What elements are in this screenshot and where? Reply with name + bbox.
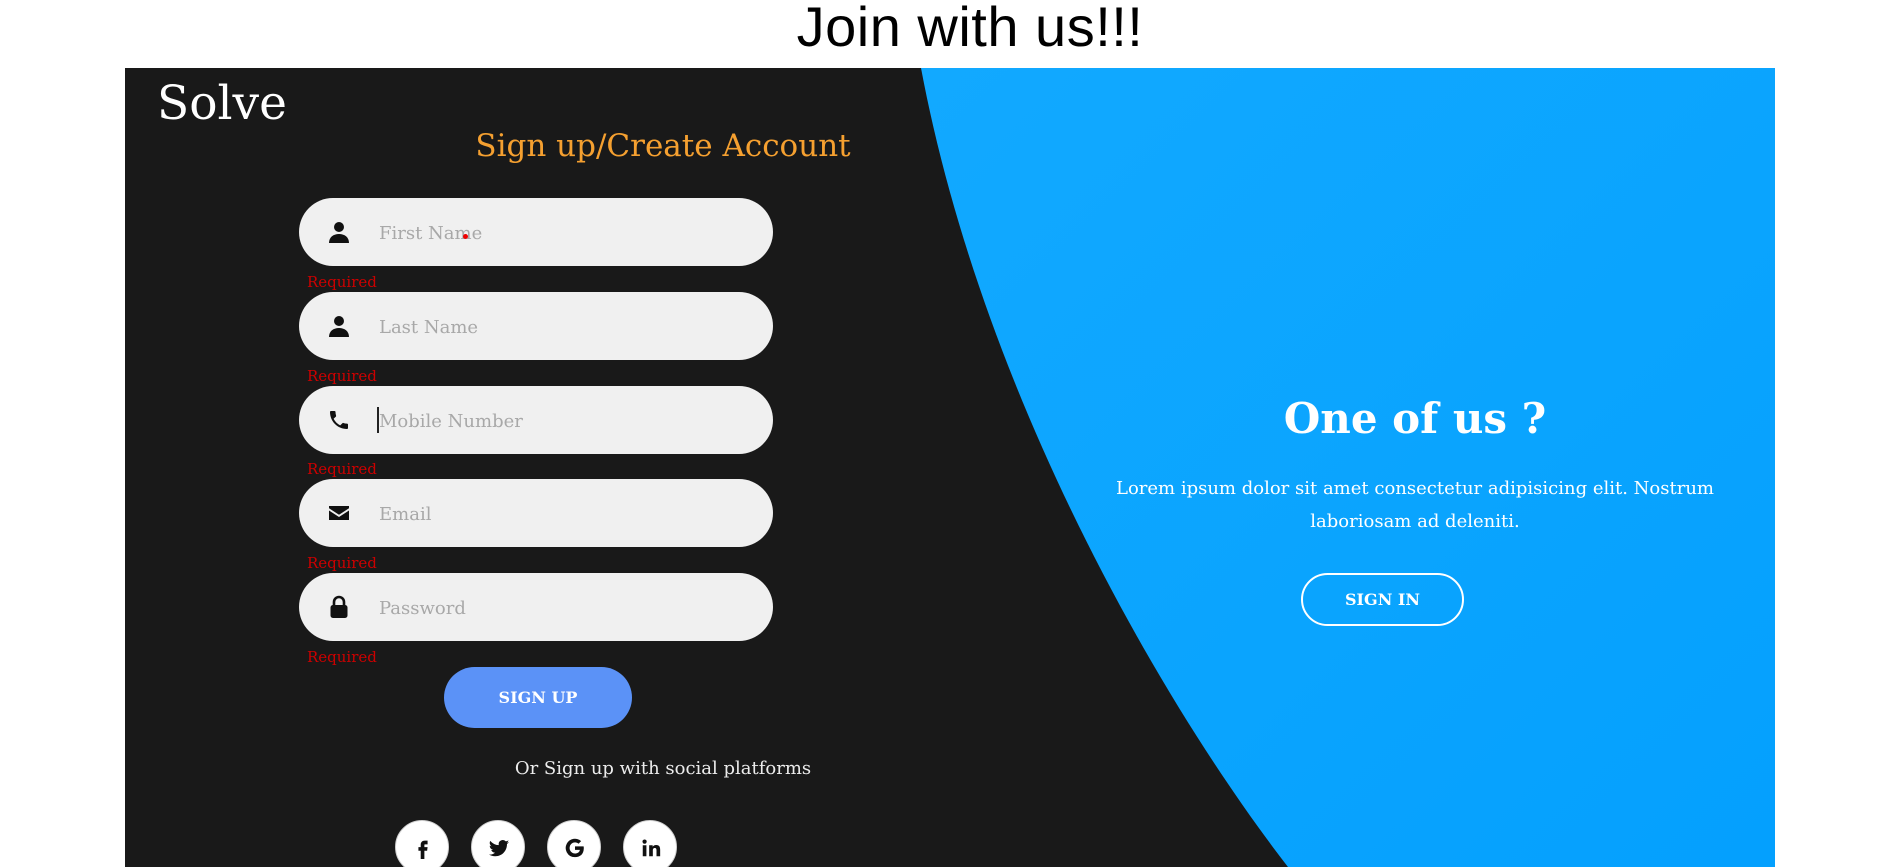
twitter-icon [488, 840, 510, 857]
mobile-number-error: Required [307, 460, 377, 478]
sign-up-button[interactable]: SIGN UP [444, 667, 632, 728]
email-input[interactable] [377, 493, 741, 535]
password-input[interactable] [377, 587, 741, 629]
social-signup-text: Or Sign up with social platforms [514, 758, 812, 779]
page-title: Join with us!!! [796, 0, 1144, 58]
email-error: Required [307, 554, 377, 572]
user-icon [327, 314, 351, 338]
google-button[interactable] [547, 820, 601, 867]
facebook-button[interactable] [395, 820, 449, 867]
user-icon [327, 220, 351, 244]
first-name-input[interactable] [377, 212, 741, 254]
linkedin-icon [642, 839, 661, 857]
mobile-number-field[interactable] [299, 386, 773, 454]
envelope-icon [327, 501, 351, 525]
sign-in-button[interactable]: SIGN IN [1301, 573, 1464, 626]
cursor-dot [463, 234, 468, 239]
first-name-error: Required [307, 273, 377, 291]
phone-icon [327, 408, 351, 432]
first-name-field[interactable] [299, 198, 773, 266]
signup-panel: Solve Sign up/Create Account Required Re… [125, 68, 1775, 867]
google-icon [565, 838, 584, 858]
password-error: Required [307, 648, 377, 666]
facebook-icon [418, 840, 428, 859]
sign-in-panel-title: One of us ? [1283, 394, 1547, 443]
last-name-error: Required [307, 367, 377, 385]
lock-icon [327, 595, 351, 619]
last-name-field[interactable] [299, 292, 773, 360]
sign-in-panel-text: Lorem ipsum dolor sit amet consectetur a… [1115, 478, 1715, 532]
brand-logo: Solve [157, 76, 287, 131]
signup-title: Sign up/Create Account [475, 128, 851, 164]
last-name-input[interactable] [377, 306, 741, 348]
linkedin-button[interactable] [623, 820, 677, 867]
email-field[interactable] [299, 479, 773, 547]
twitter-button[interactable] [471, 820, 525, 867]
mobile-number-input[interactable] [377, 400, 741, 442]
password-field[interactable] [299, 573, 773, 641]
